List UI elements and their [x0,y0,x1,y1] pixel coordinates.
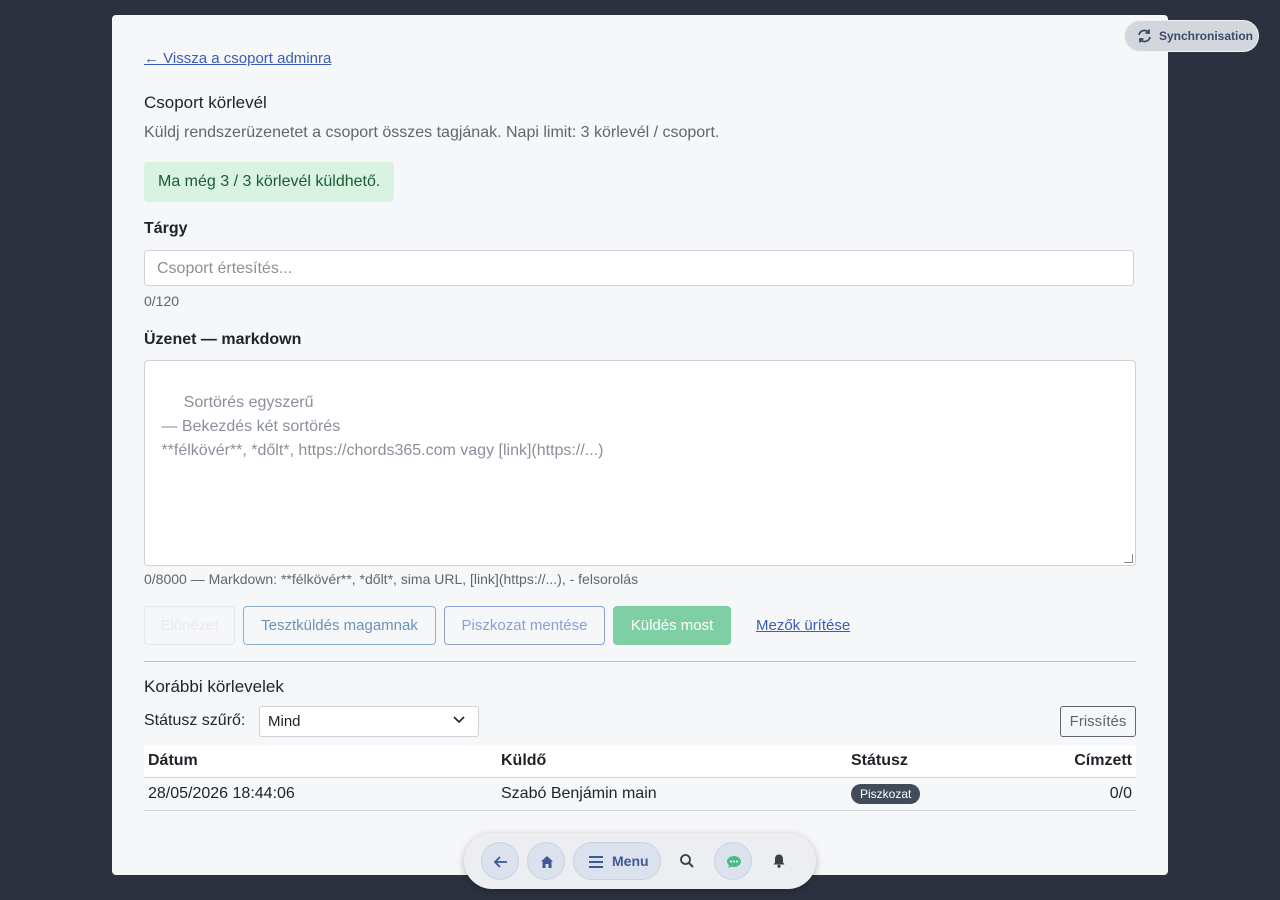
chat-bubble-icon [727,856,741,868]
table-row[interactable]: 28/05/2026 18:44:06 Szabó Benjámin main … [144,778,1136,811]
resize-handle-icon[interactable] [1124,554,1133,563]
page-title: Csoport körlevél [144,93,267,112]
preview-button[interactable]: Előnézet [144,606,235,645]
history-title: Korábbi körlevelek [144,677,284,696]
search-icon [680,854,694,868]
message-label: Üzenet — markdown [144,331,302,348]
clear-fields-link[interactable]: Mezők ürítése [756,606,850,645]
refresh-button[interactable]: Frissítés [1060,706,1136,737]
home-button[interactable] [527,842,565,880]
quota-banner: Ma még 3 / 3 körlevél küldhető. [144,162,395,202]
back-button[interactable] [481,842,519,880]
row-date: 28/05/2026 18:44:06 [148,785,295,802]
column-header: Dátum [144,745,497,778]
bottom-dock: Menu [464,833,816,889]
search-button[interactable] [668,842,706,880]
history-table: Dátum Küldő Státusz Címzett 28/05/2026 1… [144,745,1136,811]
status-filter-value: Mind [268,713,301,730]
column-header: Státusz [847,745,1035,778]
chat-button[interactable] [714,842,752,880]
test-send-button[interactable]: Tesztküldés magamnak [243,606,436,645]
hamburger-icon [589,856,603,868]
column-header: Címzett [1035,745,1136,778]
back-link[interactable]: ← Vissza a csoport adminra [144,50,331,67]
notifications-button[interactable] [760,842,798,880]
message-placeholder: Sortörés egyszerű — Bekezdés két sortöré… [161,394,604,459]
subject-label: Tárgy [144,220,188,237]
menu-label: Menu [612,853,649,869]
divider [144,661,1136,662]
row-sender: Szabó Benjámin main [501,785,657,802]
chevron-down-icon [453,716,465,724]
menu-button[interactable]: Menu [573,842,661,880]
row-status-cell: Piszkozat [847,778,1035,811]
subject-input[interactable]: Csoport értesítés... [144,250,1134,286]
page-subtitle: Küldj rendszerüzenetet a csoport összes … [144,124,720,141]
save-draft-button[interactable]: Piszkozat mentése [444,606,605,645]
message-textarea[interactable]: Sortörés egyszerű — Bekezdés két sortöré… [144,360,1136,566]
status-filter-label: Státusz szűrő: [144,712,246,729]
arrow-left-icon [493,856,507,868]
bell-icon [773,854,785,868]
column-header: Küldő [497,745,847,778]
message-counter: 0/8000 — Markdown: **félkövér**, *dőlt*,… [144,571,639,587]
status-filter-select[interactable]: Mind [259,706,479,737]
main-panel: ← Vissza a csoport adminra Csoport körle… [112,15,1168,875]
table-header-row: Dátum Küldő Státusz Címzett [144,745,1136,778]
status-badge: Piszkozat [851,784,921,804]
subject-counter: 0/120 [144,293,180,309]
send-now-button[interactable]: Küldés most [613,606,731,645]
home-icon [541,856,553,868]
refresh-icon [1138,29,1151,43]
sync-label: Synchronisation [1159,29,1254,43]
sync-button[interactable]: Synchronisation [1124,20,1259,52]
row-recipients: 0/0 [1109,785,1132,802]
